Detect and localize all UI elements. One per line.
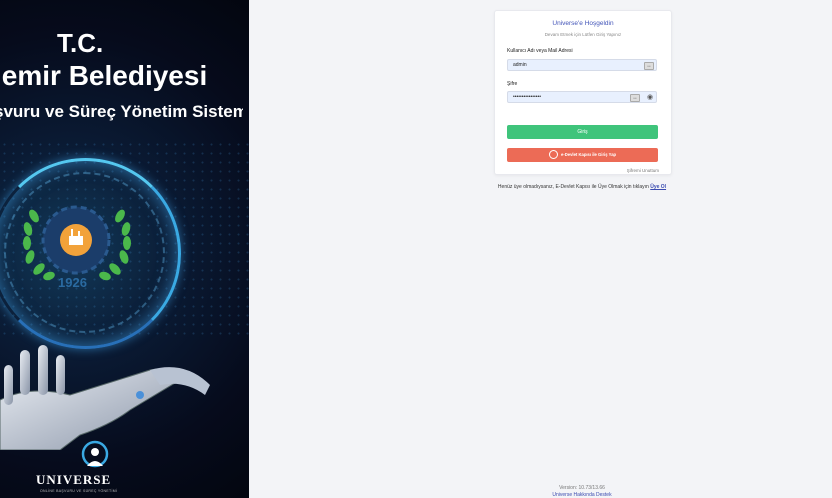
welcome-subtitle: Devam Etmek için Lütfen Giriş Yapınız bbox=[544, 32, 622, 37]
eye-icon[interactable]: ◉ bbox=[647, 92, 653, 103]
welcome-title: Universe'e Hoşgeldin bbox=[552, 20, 614, 27]
robot-hand-illustration bbox=[0, 340, 249, 455]
password-label: Şifre bbox=[507, 81, 518, 87]
autofill-key-icon[interactable]: ••• bbox=[644, 62, 654, 70]
username-value: admin bbox=[513, 62, 527, 68]
universe-brand-sub: ONLİNE BAŞVURU VE SÜREÇ YÖNETİMİ bbox=[40, 489, 118, 493]
edevlet-login-button[interactable]: e-Devlet Kapısı ile Giriş Yap bbox=[507, 148, 658, 162]
emblem-year: 1926 bbox=[58, 275, 87, 290]
edevlet-button-label: e-Devlet Kapısı ile Giriş Yap bbox=[561, 152, 617, 157]
username-input[interactable]: admin ••• bbox=[507, 59, 657, 71]
register-text: Henüz üye olmadıysanız, E-Devlet Kapısı … bbox=[497, 184, 649, 190]
login-card: Universe'e Hoşgeldin Devam Etmek için Lü… bbox=[494, 10, 672, 175]
universe-brand: UNIVERSE bbox=[36, 472, 112, 487]
password-value: •••••••••••••••• bbox=[513, 94, 542, 100]
edevlet-icon bbox=[548, 150, 558, 160]
forgot-password-link[interactable]: Şifremi Unuttum bbox=[627, 168, 659, 173]
register-link[interactable]: Üye Ol bbox=[650, 184, 666, 190]
autofill-key-icon[interactable]: ••• bbox=[630, 94, 640, 102]
login-button[interactable]: Giriş bbox=[507, 125, 658, 139]
hero-panel: T.C. iemir Belediyesi şvuru ve Süreç Yön… bbox=[0, 0, 249, 498]
hero-title-system: şvuru ve Süreç Yönetim Sistemi bbox=[0, 102, 243, 121]
register-prompt: Henüz üye olmadıysanız, E-Devlet Kapısı … bbox=[494, 184, 670, 191]
hero-title-municipality: iemir Belediyesi bbox=[0, 60, 208, 91]
username-label: Kullanıcı Adı veya Mail Adresi bbox=[507, 48, 573, 54]
support-link[interactable]: Universe Hakkında Destek bbox=[494, 492, 670, 498]
universe-logo-icon bbox=[37, 440, 127, 475]
hero-title-tc: T.C. bbox=[57, 28, 104, 58]
version-text: Version: 10.73/13.66 bbox=[559, 485, 605, 491]
password-input[interactable]: •••••••••••••••• ••• ◉ bbox=[507, 91, 657, 103]
